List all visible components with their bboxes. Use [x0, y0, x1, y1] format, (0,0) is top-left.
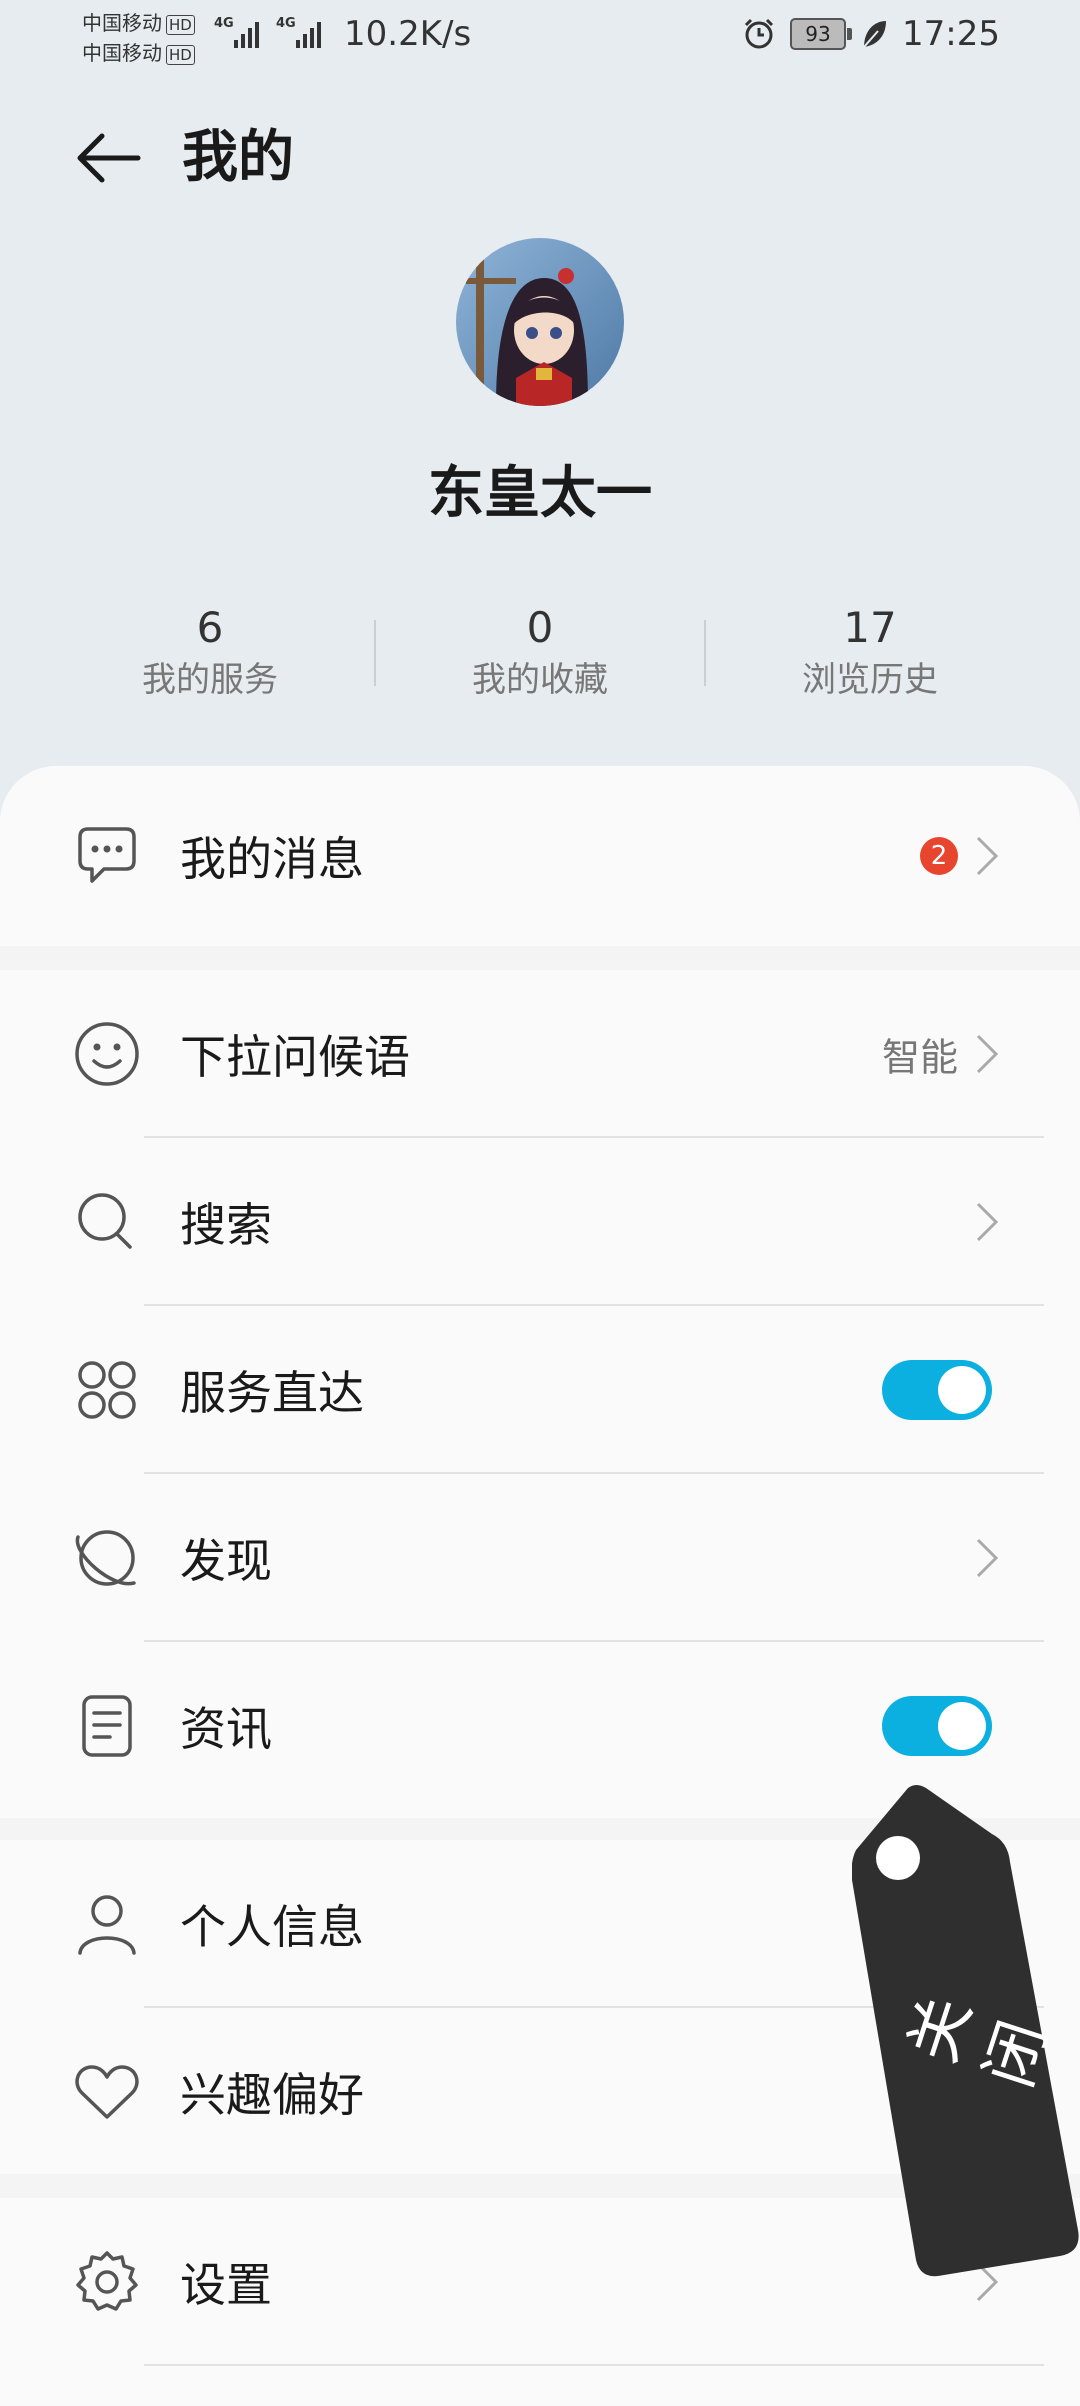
avatar[interactable] — [456, 238, 624, 406]
signal-icon — [234, 22, 259, 48]
menu-item-discover[interactable]: 发现 — [0, 1474, 1080, 1642]
stat-my-favorites[interactable]: 0 我的收藏 — [390, 600, 690, 704]
header: 我的 — [0, 110, 1080, 210]
planet-icon — [75, 1530, 136, 1586]
clock: 17:25 — [902, 14, 1000, 54]
hd-badge-2: HD — [166, 44, 195, 65]
gear-icon — [76, 2251, 138, 2311]
chevron-right-icon — [976, 1538, 999, 1578]
menu-item-messages[interactable]: 我的消息 2 — [0, 772, 1080, 940]
page-title: 我的 — [182, 125, 294, 190]
document-icon — [82, 1695, 132, 1757]
divider — [374, 620, 376, 686]
card-features: 下拉问候语 智能 搜索 服务直达 发现 资讯 — [0, 970, 1080, 1818]
toggle-knob — [938, 1702, 986, 1750]
menu-item-label: 兴趣偏好 — [180, 2068, 364, 2122]
chat-bubble-icon — [78, 827, 136, 883]
heart-icon — [75, 2065, 139, 2119]
separator — [144, 2364, 1044, 2366]
network-type-1: 4G — [214, 16, 234, 31]
news-toggle[interactable] — [882, 1696, 992, 1756]
menu-item-greeting[interactable]: 下拉问候语 智能 — [0, 970, 1080, 1138]
carrier-1: 中国移动 — [82, 11, 162, 35]
network-type-2: 4G — [276, 16, 296, 31]
leaf-icon — [863, 21, 887, 48]
search-icon — [78, 1193, 132, 1249]
carrier-info: 中国移动 HD 中国移动 HD — [82, 8, 195, 68]
menu-item-label: 资讯 — [180, 1702, 272, 1756]
stat-value: 6 — [196, 603, 224, 652]
battery-icon: 93 — [790, 18, 853, 50]
stat-my-services[interactable]: 6 我的服务 — [60, 600, 360, 704]
stat-label: 我的收藏 — [472, 660, 608, 700]
hd-badge: HD — [166, 14, 195, 35]
carrier-2: 中国移动 — [82, 41, 162, 65]
toggle-knob — [938, 1366, 986, 1414]
stats-bar: 6 我的服务 0 我的收藏 17 浏览历史 — [0, 600, 1080, 710]
chevron-right-icon — [976, 1034, 999, 1074]
stat-value: 0 — [526, 603, 554, 652]
close-tag[interactable]: 关闭 — [852, 1782, 1080, 2282]
network-speed: 10.2K/s — [344, 14, 472, 54]
chevron-right-icon — [976, 1202, 999, 1242]
chevron-right-icon — [976, 836, 999, 876]
menu-item-label: 下拉问候语 — [180, 1030, 410, 1084]
divider — [704, 620, 706, 686]
menu-item-label: 设置 — [180, 2258, 272, 2312]
four-circles-icon — [78, 1361, 136, 1419]
stat-label: 我的服务 — [142, 660, 278, 700]
stat-value: 17 — [843, 603, 897, 652]
smiley-icon — [75, 1022, 139, 1086]
menu-item-label: 个人信息 — [180, 1900, 364, 1954]
menu-item-label: 搜索 — [180, 1198, 272, 1252]
status-bar: 中国移动 HD 中国移动 HD 4G 4G 10.2K/s 93 17:25 — [0, 0, 1080, 80]
back-arrow-icon[interactable] — [72, 122, 144, 194]
service-direct-toggle[interactable] — [882, 1360, 992, 1420]
menu-item-label: 我的消息 — [180, 832, 364, 886]
menu-item-label: 服务直达 — [180, 1366, 364, 1420]
menu-item-search[interactable]: 搜索 — [0, 1138, 1080, 1306]
username: 东皇太一 — [428, 461, 652, 526]
stat-browse-history[interactable]: 17 浏览历史 — [720, 600, 1020, 704]
greeting-value: 智能 — [881, 1035, 958, 1080]
signal-icon-2 — [296, 22, 321, 48]
menu-item-label: 发现 — [180, 1534, 272, 1588]
card-messages: 我的消息 2 — [0, 766, 1080, 946]
stat-label: 浏览历史 — [802, 660, 938, 700]
alarm-icon — [744, 18, 774, 49]
menu-item-service-direct[interactable]: 服务直达 — [0, 1306, 1080, 1474]
person-icon — [78, 1895, 136, 1955]
unread-badge: 2 — [920, 837, 958, 875]
